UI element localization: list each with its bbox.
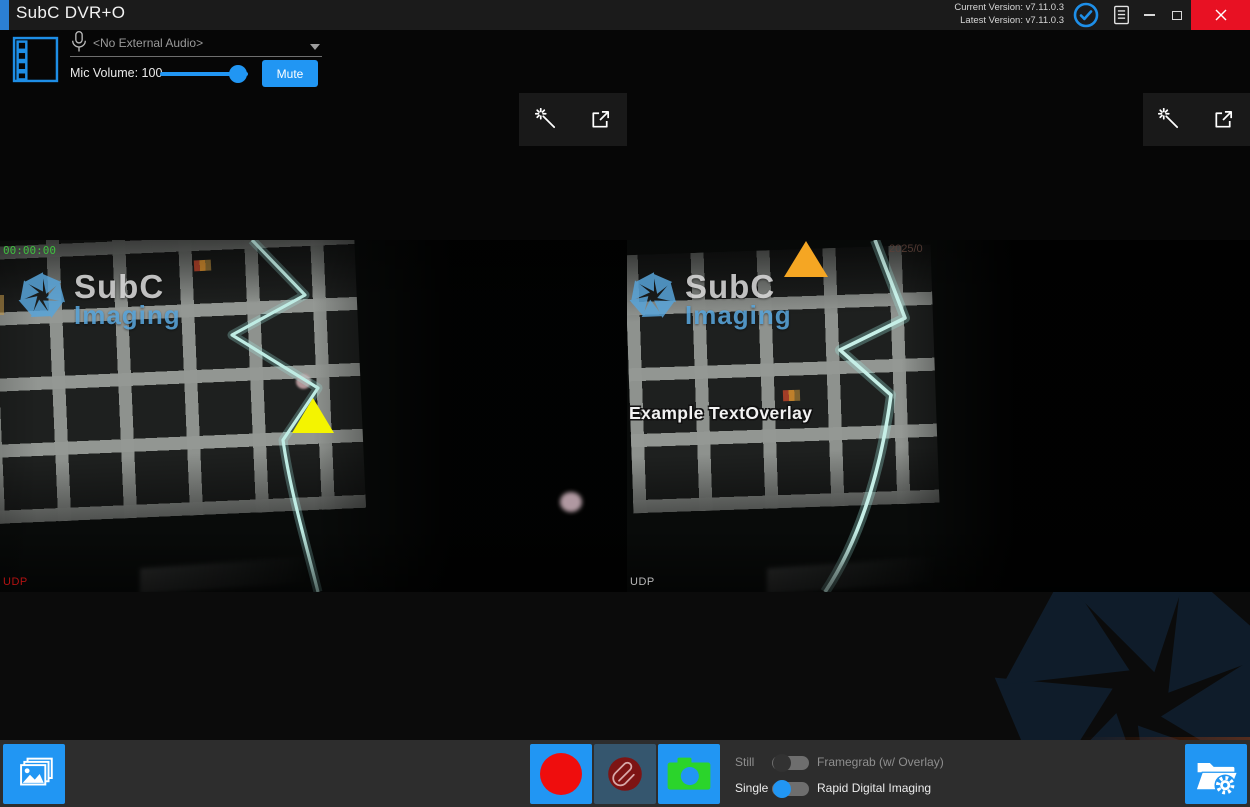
app-title: SubC DVR+O [16, 3, 125, 23]
mic-volume-slider-knob[interactable] [229, 65, 247, 83]
timestamp-overlay: 00:00:00 [3, 244, 56, 257]
minimize-icon [1144, 14, 1155, 16]
audio-device-select[interactable]: <No External Audio> [93, 36, 203, 50]
framegrab-toggle[interactable] [772, 756, 809, 770]
aperture-logo-icon [16, 270, 68, 322]
update-check-button[interactable] [1071, 0, 1101, 30]
close-button[interactable] [1191, 0, 1250, 30]
floating-particle [560, 492, 582, 512]
mic-volume-label: Mic Volume: 100 [70, 66, 162, 80]
camera-icon [666, 755, 712, 793]
record-button[interactable] [530, 744, 592, 804]
watermark-text-2: Imaging [685, 302, 792, 328]
notes-icon [1112, 4, 1131, 26]
left-feed-toolbar [519, 93, 627, 146]
popout-window-button[interactable] [573, 93, 627, 146]
video-feed-left: 00:00:00 SubC Imaging [0, 240, 627, 592]
orange-triangle-marker [784, 241, 828, 277]
example-text-overlay: Example TextOverlay [629, 403, 812, 424]
gallery-icon [13, 754, 55, 794]
paperclip-icon [601, 750, 649, 798]
video-area: 00:00:00 SubC Imaging [0, 240, 1250, 592]
check-circle-icon [1073, 2, 1099, 28]
clip-recording-button[interactable] [594, 744, 656, 804]
aperture-logo-icon [627, 270, 679, 322]
chevron-down-icon[interactable] [310, 44, 320, 50]
edge-artifact [0, 295, 4, 315]
yellow-triangle-marker [292, 398, 334, 433]
watermark-text-1: SubC [685, 272, 792, 302]
audio-device-underline [70, 56, 322, 57]
watermark-text-2: Imaging [74, 302, 181, 328]
magic-wand-icon [535, 108, 558, 131]
background-aperture-logo [938, 592, 1250, 740]
folder-gear-icon [1193, 753, 1239, 796]
watermark-text-1: SubC [74, 272, 181, 302]
maximize-icon [1172, 11, 1182, 20]
gallery-button[interactable] [3, 744, 65, 804]
snapshot-button[interactable] [658, 744, 720, 804]
right-feed-toolbar [1143, 93, 1250, 146]
file-settings-button[interactable] [1185, 744, 1247, 804]
external-link-icon [589, 108, 612, 131]
toggle-knob [773, 754, 791, 772]
latest-version-text: Latest Version: v7.11.0.3 [954, 15, 1064, 28]
subc-watermark: SubC Imaging [16, 270, 181, 328]
current-version-text: Current Version: v7.11.0.3 [954, 2, 1064, 15]
framegrab-label: Framegrab (w/ Overlay) [817, 755, 944, 769]
enhance-wand-button[interactable] [519, 93, 573, 146]
microphone-icon [70, 29, 88, 56]
still-label: Still [735, 755, 754, 769]
mute-button[interactable]: Mute [262, 60, 318, 87]
enhance-wand-button[interactable] [1143, 93, 1197, 146]
magic-wand-icon [1158, 108, 1181, 131]
protocol-label: UDP [3, 576, 28, 588]
popout-window-button[interactable] [1197, 93, 1250, 146]
protocol-label: UDP [630, 576, 655, 588]
video-source-icon[interactable] [12, 36, 59, 83]
rapid-imaging-toggle[interactable] [772, 782, 809, 796]
close-icon [1215, 9, 1227, 21]
subc-watermark: SubC Imaging [627, 270, 792, 328]
datestamp-overlay: 2025/0 [889, 243, 923, 255]
release-notes-button[interactable] [1106, 0, 1136, 30]
bottom-bar: Still Framegrab (w/ Overlay) Single Rapi… [0, 740, 1250, 807]
title-accent [0, 0, 9, 30]
rapid-imaging-label: Rapid Digital Imaging [817, 781, 931, 795]
external-link-icon [1212, 108, 1235, 131]
record-icon [540, 753, 582, 795]
single-label: Single [735, 781, 768, 795]
maximize-button[interactable] [1164, 0, 1190, 30]
lower-panel [0, 592, 1250, 740]
toggle-knob [773, 780, 791, 798]
minimize-button[interactable] [1136, 0, 1162, 30]
video-feed-right: 2025/0 SubC Imaging [627, 240, 1250, 592]
app-window: SubC DVR+O Current Version: v7.11.0.3 La… [0, 0, 1250, 807]
title-bar: SubC DVR+O Current Version: v7.11.0.3 La… [0, 0, 1250, 30]
version-info: Current Version: v7.11.0.3 Latest Versio… [954, 2, 1064, 27]
